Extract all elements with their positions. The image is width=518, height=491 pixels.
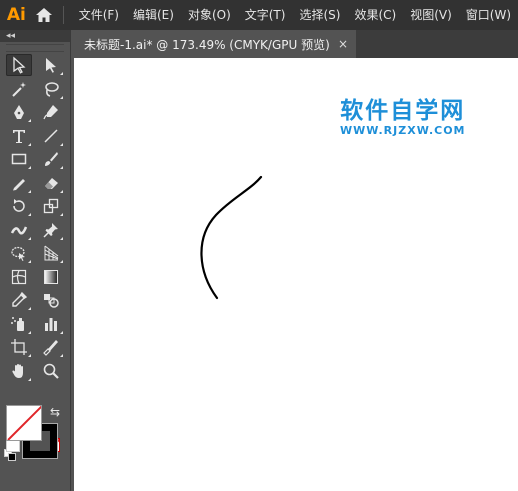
rotate-tool[interactable] bbox=[6, 195, 32, 217]
paintbrush-tool[interactable] bbox=[38, 148, 64, 170]
artboard-icon bbox=[11, 339, 27, 355]
menu-separator bbox=[62, 6, 64, 24]
eyedropper-icon bbox=[12, 291, 28, 307]
fill-swatch[interactable] bbox=[6, 405, 42, 441]
blend-icon bbox=[44, 294, 59, 308]
hand-tool[interactable] bbox=[6, 360, 32, 382]
menu-type[interactable]: 文字(T) bbox=[238, 0, 293, 30]
home-icon bbox=[35, 8, 52, 22]
blend-tool[interactable] bbox=[38, 289, 64, 311]
tools-collapse-button[interactable]: ◂◂ bbox=[0, 30, 70, 42]
direct-selection-arrow-icon bbox=[46, 58, 56, 73]
type-t-icon bbox=[13, 129, 25, 143]
eraser-tool[interactable] bbox=[38, 172, 64, 194]
perspective-grid-icon bbox=[44, 245, 59, 261]
magnifier-icon bbox=[43, 363, 59, 379]
shaper-pencil-icon bbox=[13, 178, 25, 190]
document-tab[interactable]: 未标题-1.ai* @ 173.49% (CMYK/GPU 预览) × bbox=[74, 30, 356, 58]
scale-icon bbox=[43, 198, 59, 214]
mesh-tool[interactable] bbox=[6, 266, 32, 288]
menu-view[interactable]: 视图(V) bbox=[403, 0, 459, 30]
curvature-tool[interactable] bbox=[38, 101, 64, 123]
paintbrush-icon bbox=[45, 152, 58, 166]
slice-tool[interactable] bbox=[38, 336, 64, 358]
menu-bar: Ai 文件(F) 编辑(E) 对象(O) 文字(T) 选择(S) 效果(C) 视… bbox=[0, 0, 518, 30]
eyedropper-tool[interactable] bbox=[6, 289, 32, 311]
slice-knife-icon bbox=[43, 340, 58, 356]
pen-tool[interactable] bbox=[6, 101, 32, 123]
lasso-icon bbox=[45, 81, 59, 97]
tab-bar-empty bbox=[356, 30, 518, 58]
selection-tool[interactable] bbox=[6, 54, 32, 76]
column-graph-tool[interactable] bbox=[38, 313, 64, 335]
shape-builder-icon bbox=[11, 246, 25, 261]
width-tool[interactable] bbox=[6, 219, 32, 241]
perspective-grid-tool[interactable] bbox=[38, 242, 64, 264]
artwork-layer bbox=[200, 175, 263, 300]
pen-nib-icon bbox=[14, 105, 24, 119]
fill-stroke-control: ⇆ bbox=[4, 405, 66, 465]
menu-effect[interactable]: 效果(C) bbox=[347, 0, 403, 30]
menu-object[interactable]: 对象(O) bbox=[181, 0, 238, 30]
line-segment-tool[interactable] bbox=[38, 125, 64, 147]
eraser-icon bbox=[45, 177, 58, 189]
shaper-tool[interactable] bbox=[6, 172, 32, 194]
app-logo: Ai bbox=[6, 5, 26, 25]
artboard-tool[interactable] bbox=[6, 336, 32, 358]
rectangle-tool[interactable] bbox=[6, 148, 32, 170]
close-tab-icon[interactable]: × bbox=[338, 37, 348, 51]
artboard-canvas[interactable]: 软件自学网 WWW.RJZXW.COM bbox=[74, 58, 518, 491]
width-icon bbox=[10, 226, 28, 234]
line-segment-icon bbox=[44, 128, 58, 143]
menu-file[interactable]: 文件(F) bbox=[72, 0, 126, 30]
menu-window[interactable]: 窗口(W) bbox=[459, 0, 518, 30]
document-tab-title: 未标题-1.ai* @ 173.49% (CMYK/GPU 预览) bbox=[84, 37, 330, 52]
swap-fill-stroke-icon[interactable]: ⇆ bbox=[50, 405, 60, 419]
mesh-icon bbox=[11, 269, 27, 284]
symbol-sprayer-tool[interactable] bbox=[6, 313, 32, 335]
none-slash-icon bbox=[7, 406, 41, 440]
rectangle-icon bbox=[11, 153, 27, 165]
tools-panel-grip[interactable] bbox=[6, 44, 64, 52]
pushpin-icon bbox=[43, 222, 58, 238]
type-tool[interactable] bbox=[6, 125, 32, 147]
puppet-warp-tool[interactable] bbox=[38, 219, 64, 241]
curvature-pen-icon bbox=[43, 105, 58, 120]
menu-select[interactable]: 选择(S) bbox=[292, 0, 347, 30]
hand-icon bbox=[12, 363, 23, 378]
lasso-tool[interactable] bbox=[38, 78, 64, 100]
magic-wand-icon bbox=[12, 81, 26, 97]
shape-builder-tool[interactable] bbox=[6, 242, 32, 264]
column-graph-icon bbox=[45, 317, 57, 331]
scale-tool[interactable] bbox=[38, 195, 64, 217]
tools-panel: ◂◂ ⇆ bbox=[0, 30, 71, 491]
gradient-icon bbox=[44, 269, 58, 284]
symbol-sprayer-icon bbox=[11, 316, 24, 331]
direct-selection-tool[interactable] bbox=[38, 54, 64, 76]
magic-wand-tool[interactable] bbox=[6, 78, 32, 100]
gradient-tool[interactable] bbox=[38, 266, 64, 288]
home-button[interactable] bbox=[29, 0, 59, 30]
curved-path[interactable] bbox=[200, 175, 263, 300]
selection-arrow-icon bbox=[13, 56, 26, 74]
zoom-tool[interactable] bbox=[38, 360, 64, 382]
rotate-icon bbox=[13, 199, 25, 212]
menu-edit[interactable]: 编辑(E) bbox=[126, 0, 181, 30]
